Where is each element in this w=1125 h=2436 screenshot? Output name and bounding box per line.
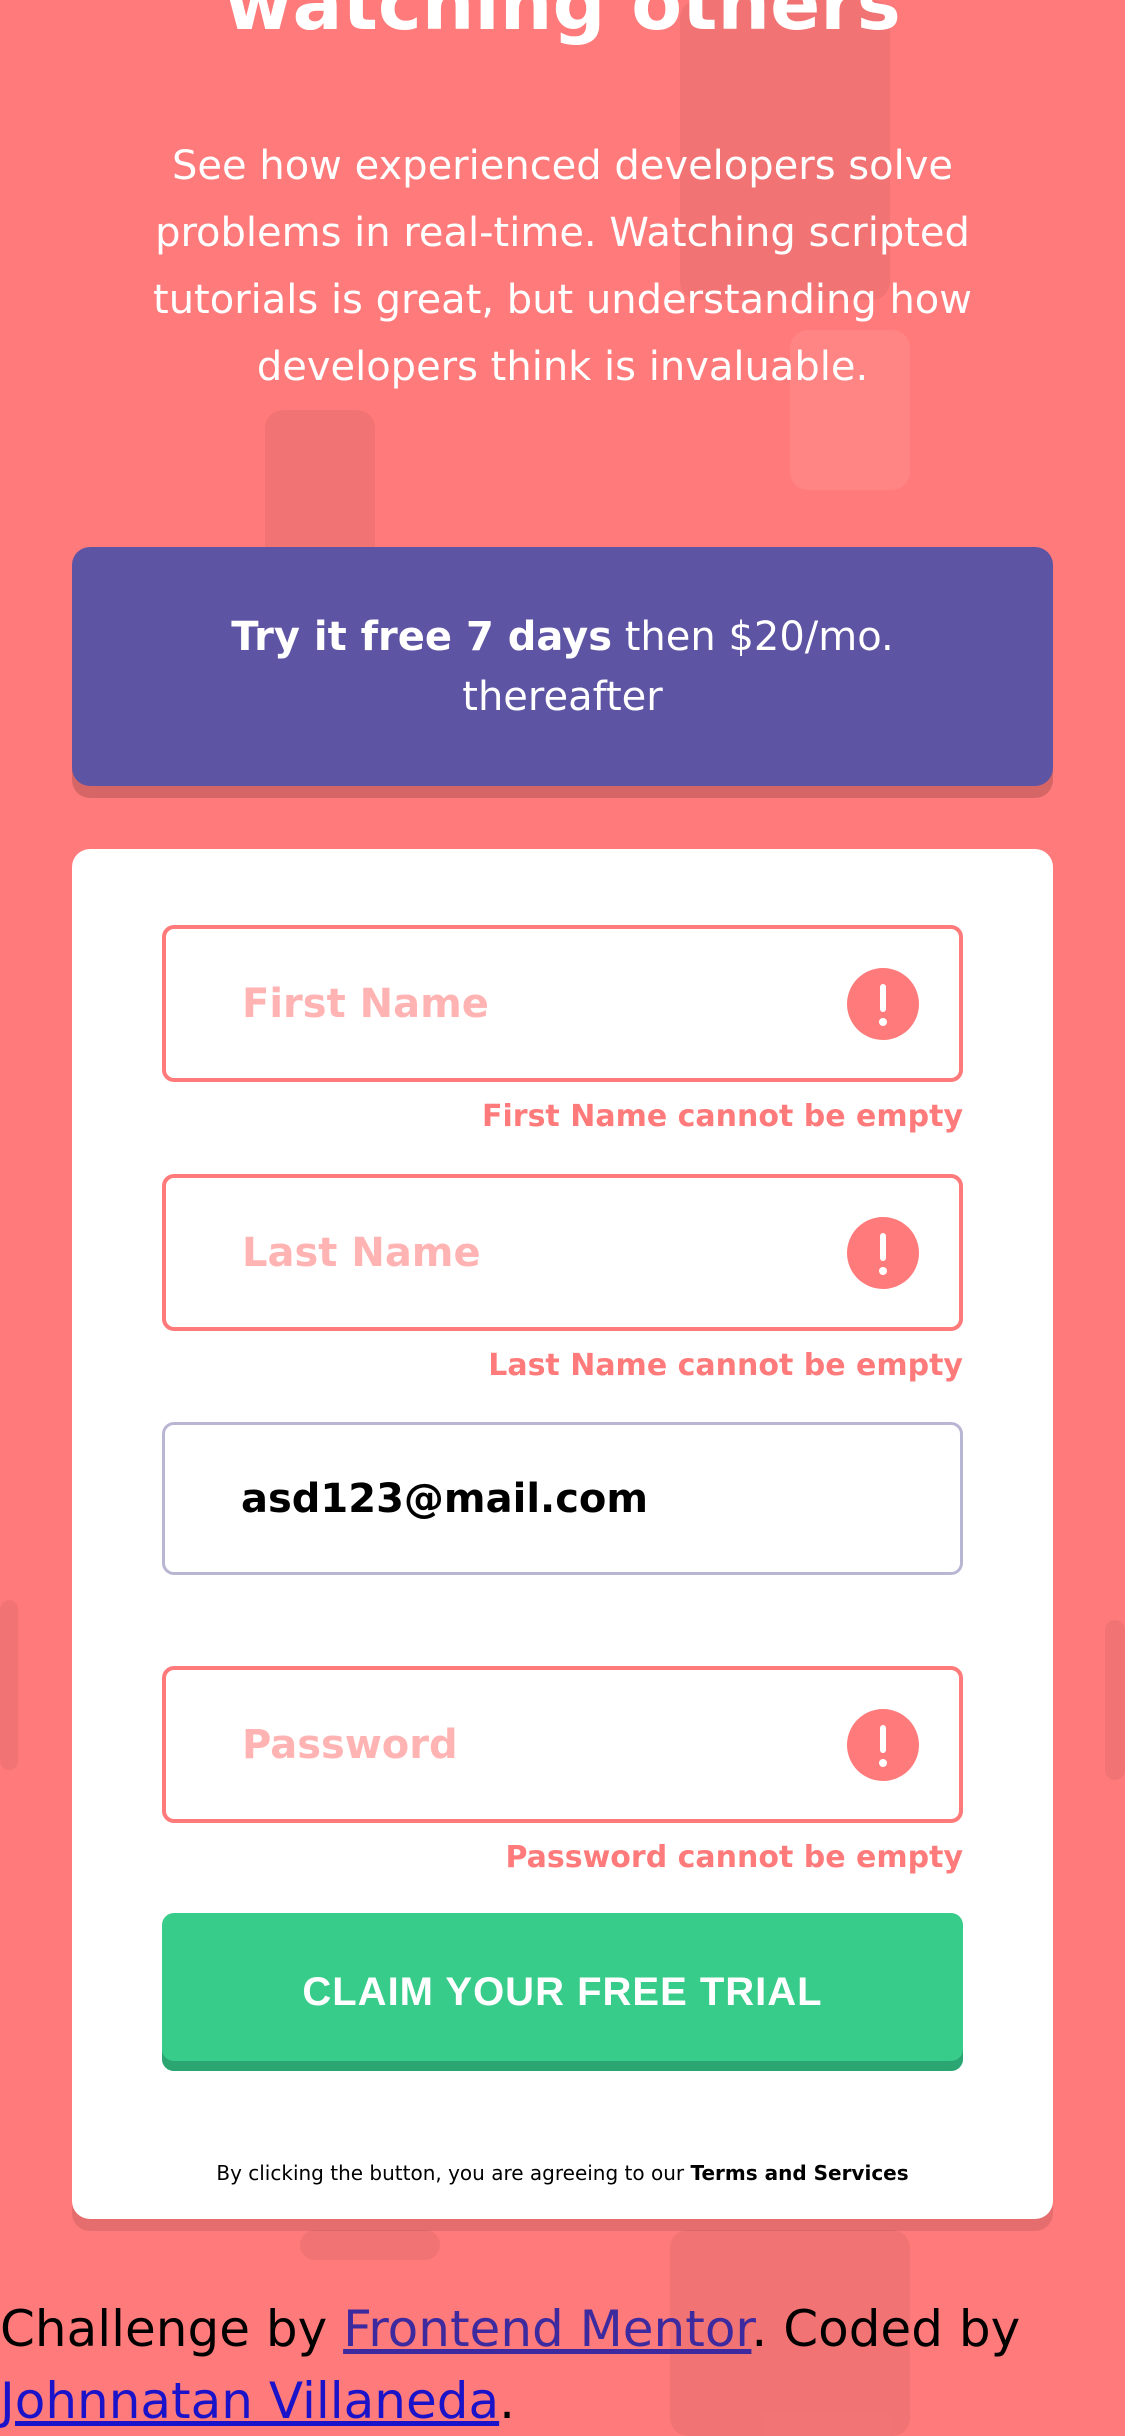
last-name-field[interactable]: Last Name	[162, 1174, 963, 1331]
attribution-prefix: Challenge by	[0, 2300, 344, 2358]
bg-decoration	[265, 410, 375, 570]
trial-banner-text: Try it free 7 days then $20/mo. thereaft…	[192, 607, 933, 727]
trial-banner: Try it free 7 days then $20/mo. thereaft…	[72, 547, 1053, 786]
attribution-middle: . Coded by	[751, 2300, 1021, 2358]
frontend-mentor-link[interactable]: Frontend Mentor	[343, 2300, 751, 2358]
error-icon	[847, 1216, 919, 1289]
bg-decoration	[300, 2230, 440, 2260]
author-link[interactable]: Johnnatan Villaneda	[0, 2372, 499, 2430]
terms-prefix: By clicking the button, you are agreeing…	[216, 2161, 691, 2185]
email-value: asd123@mail.com	[241, 1475, 649, 1522]
bg-decoration	[1105, 1620, 1125, 1780]
password-placeholder: Password	[242, 1721, 458, 1768]
bg-decoration	[0, 1600, 18, 1770]
error-icon	[847, 967, 919, 1040]
terms-text: By clicking the button, you are agreeing…	[72, 2161, 1053, 2185]
password-field[interactable]: Password	[162, 1666, 963, 1823]
intro-text: See how experienced developers solve pro…	[153, 143, 972, 390]
password-error: Password cannot be empty	[505, 1840, 963, 1875]
first-name-placeholder: First Name	[242, 980, 489, 1027]
email-field[interactable]: asd123@mail.com	[162, 1422, 963, 1575]
attribution-footer: Challenge by Frontend Mentor. Coded by Jo…	[0, 2293, 1125, 2436]
page: watching others See how experienced deve…	[0, 0, 1125, 2436]
page-title: watching others	[224, 0, 901, 47]
first-name-field[interactable]: First Name	[162, 925, 963, 1082]
error-icon	[847, 1708, 919, 1781]
trial-emphasis: Try it free 7 days	[231, 613, 613, 660]
signup-form: First Name First Name cannot be empty La…	[72, 849, 1053, 2219]
first-name-error: First Name cannot be empty	[482, 1099, 963, 1134]
last-name-error: Last Name cannot be empty	[488, 1348, 963, 1383]
attribution-suffix: .	[499, 2372, 516, 2430]
terms-link[interactable]: Terms and Services	[690, 2161, 908, 2185]
claim-trial-button[interactable]: CLAIM YOUR FREE TRIAL	[162, 1913, 963, 2071]
last-name-placeholder: Last Name	[242, 1229, 481, 1276]
